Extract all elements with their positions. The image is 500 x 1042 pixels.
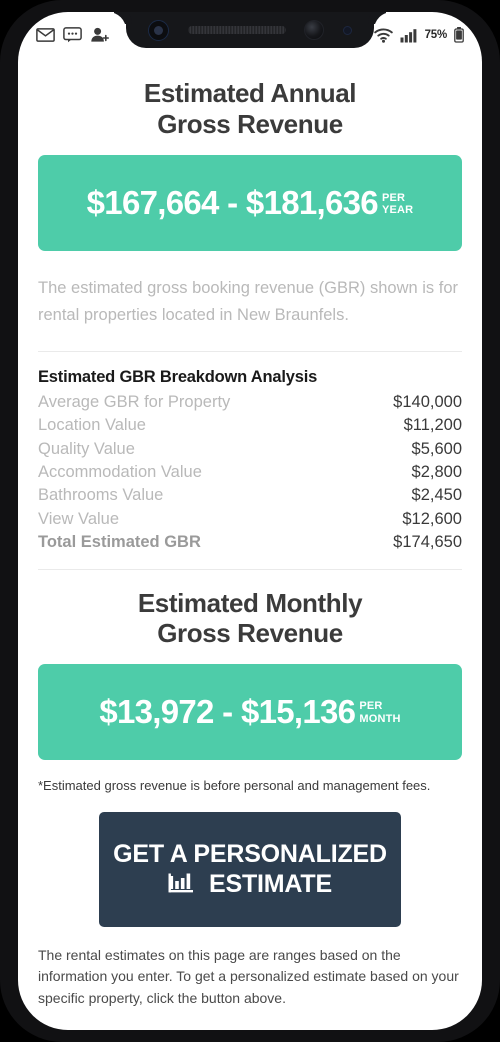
divider-top <box>38 350 462 352</box>
annual-revenue-amount: $167,664 - $181,636 <box>86 184 379 222</box>
monthly-heading-line-2: Gross Revenue <box>157 618 343 649</box>
breakdown-label: Average GBR for Property <box>38 392 231 411</box>
breakdown-value: $11,200 <box>403 416 462 435</box>
breakdown-label: Bathrooms Value <box>38 486 164 505</box>
envelope-icon <box>36 28 55 42</box>
breakdown-value: $5,600 <box>411 439 462 458</box>
breakdown-label: View Value <box>38 509 120 528</box>
proximity-sensor-icon <box>148 19 169 41</box>
breakdown-total-label: Total Estimated GBR <box>38 533 201 552</box>
table-row-total: Total Estimated GBR $174,650 <box>38 531 462 554</box>
cellular-signal-icon <box>400 28 416 42</box>
monthly-unit-line-1: PER <box>359 700 383 713</box>
annual-revenue-card: $167,664 - $181,636 PER YEAR <box>38 155 462 252</box>
annual-heading-line-2: Gross Revenue <box>157 108 343 139</box>
phone-screen: 75% Estimated Annual Gross Revenue $167,… <box>18 12 482 1030</box>
light-sensor-icon <box>342 25 352 35</box>
monthly-revenue-card: $13,972 - $15,136 PER MONTH <box>38 664 462 761</box>
chat-bubble-icon <box>63 27 82 43</box>
breakdown-value: $140,000 <box>393 392 462 411</box>
annual-revenue-heading: Estimated Annual Gross Revenue <box>38 78 462 139</box>
table-row: Average GBR for Property $140,000 <box>38 391 462 414</box>
monthly-revenue-heading: Estimated Monthly Gross Revenue <box>38 588 462 649</box>
table-row: Quality Value $5,600 <box>38 438 462 461</box>
device-notch <box>126 12 374 48</box>
main-content: Estimated Annual Gross Revenue $167,664 … <box>18 58 482 1030</box>
table-row: Bathrooms Value $2,450 <box>38 484 462 507</box>
table-row: Accommodation Value $2,800 <box>38 461 462 484</box>
breakdown-value: $2,800 <box>411 463 462 482</box>
revenue-footnote: *Estimated gross revenue is before perso… <box>38 778 431 794</box>
breakdown-label: Location Value <box>38 416 146 435</box>
breakdown-total-value: $174,650 <box>393 533 462 552</box>
cta-line-1: GET A PERSONALIZED <box>113 839 387 868</box>
add-person-icon <box>91 27 109 42</box>
bar-chart-icon <box>168 873 194 893</box>
breakdown-title: Estimated GBR Breakdown Analysis <box>38 367 318 386</box>
annual-heading-line-1: Estimated Annual <box>143 78 357 108</box>
breakdown-table: Average GBR for Property $140,000 Locati… <box>38 391 462 555</box>
battery-percentage-label: 75% <box>424 29 448 41</box>
breakdown-value: $12,600 <box>402 509 462 528</box>
cta-line-2-row: ESTIMATE <box>168 869 332 900</box>
phone-device-frame: 75% Estimated Annual Gross Revenue $167,… <box>0 0 500 1042</box>
monthly-heading-line-1: Estimated Monthly <box>137 587 363 618</box>
status-bar-left-icons <box>36 27 109 43</box>
earpiece-speaker <box>187 26 286 34</box>
front-camera-icon <box>304 20 325 40</box>
page-disclaimer: The rental estimates on this page are ra… <box>38 946 459 1006</box>
divider-bottom <box>38 568 462 570</box>
monthly-revenue-amount: $13,972 - $15,136 <box>99 693 356 731</box>
annual-unit-line-1: PER <box>381 191 406 204</box>
breakdown-value: $2,450 <box>411 486 462 505</box>
cta-estimate-label: ESTIMATE <box>209 870 332 899</box>
battery-icon <box>454 27 464 43</box>
breakdown-label: Accommodation Value <box>38 463 202 482</box>
breakdown-label: Quality Value <box>38 439 135 458</box>
table-row: View Value $12,600 <box>38 508 462 531</box>
annual-revenue-unit: PER YEAR <box>382 192 413 217</box>
monthly-revenue-unit: PER MONTH <box>359 700 400 725</box>
monthly-unit-line-2: MONTH <box>359 713 401 726</box>
get-personalized-estimate-button[interactable]: GET A PERSONALIZED ESTIMATE <box>99 811 401 927</box>
cta-container: GET A PERSONALIZED ESTIMATE <box>38 811 462 927</box>
annual-unit-line-2: YEAR <box>381 204 414 217</box>
revenue-description: The estimated gross booking revenue (GBR… <box>38 279 459 325</box>
table-row: Location Value $11,200 <box>38 414 462 437</box>
